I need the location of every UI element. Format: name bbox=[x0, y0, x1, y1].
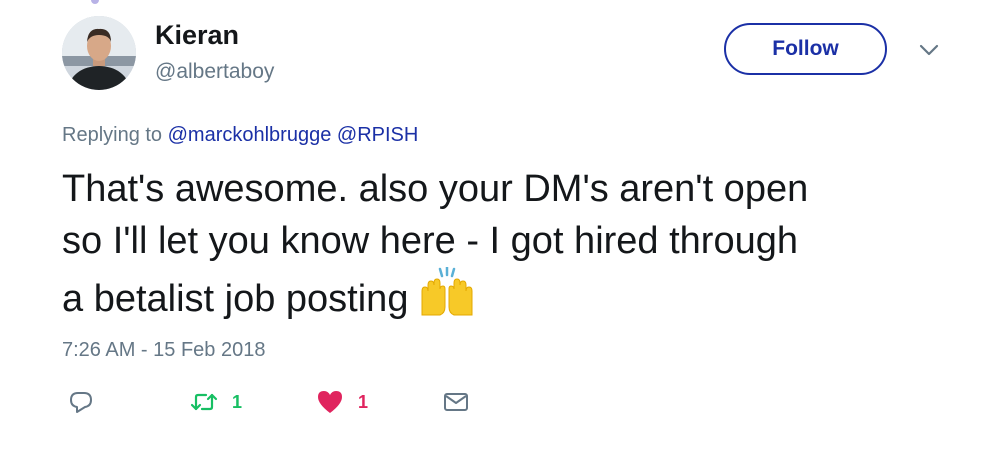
tweet-line: That's awesome. also your DM's aren't op… bbox=[62, 168, 809, 210]
retweet-icon bbox=[190, 393, 218, 411]
top-dot-decoration bbox=[91, 0, 99, 4]
like-count: 1 bbox=[358, 391, 369, 412]
retweet-count: 1 bbox=[232, 391, 243, 412]
follow-button[interactable]: Follow bbox=[724, 23, 887, 75]
heart-icon bbox=[318, 391, 342, 413]
user-avatar-photo bbox=[62, 16, 136, 90]
envelope-icon bbox=[444, 393, 468, 411]
chevron-down-icon[interactable] bbox=[918, 42, 940, 58]
author-name[interactable]: Kieran bbox=[155, 19, 239, 51]
reply-context-prefix: Replying to bbox=[62, 124, 163, 146]
direct-message-button[interactable] bbox=[443, 387, 469, 417]
reply-icon bbox=[70, 392, 92, 413]
retweet-button[interactable]: 1 bbox=[190, 387, 242, 417]
reply-context: Replying to @marckohlbrugge @RPISH bbox=[62, 122, 418, 148]
like-button[interactable]: 1 bbox=[316, 387, 368, 417]
avatar[interactable] bbox=[62, 16, 136, 90]
tweet-line-last: a betalist job posting bbox=[62, 265, 962, 331]
raising-hands-emoji bbox=[418, 265, 476, 331]
tweet-line: a betalist job posting bbox=[62, 278, 409, 320]
reply-button[interactable] bbox=[68, 387, 94, 417]
mention-link-marckohlbrugge[interactable]: @marckohlbrugge bbox=[168, 124, 332, 146]
tweet-timestamp[interactable]: 7:26 AM - 15 Feb 2018 bbox=[62, 337, 265, 363]
author-handle[interactable]: @albertaboy bbox=[155, 59, 274, 85]
mention-link-rpish[interactable]: @RPISH bbox=[337, 124, 418, 146]
tweet-text: That's awesome. also your DM's aren't op… bbox=[62, 163, 962, 331]
tweet-line: so I'll let you know here - I got hired … bbox=[62, 220, 798, 262]
